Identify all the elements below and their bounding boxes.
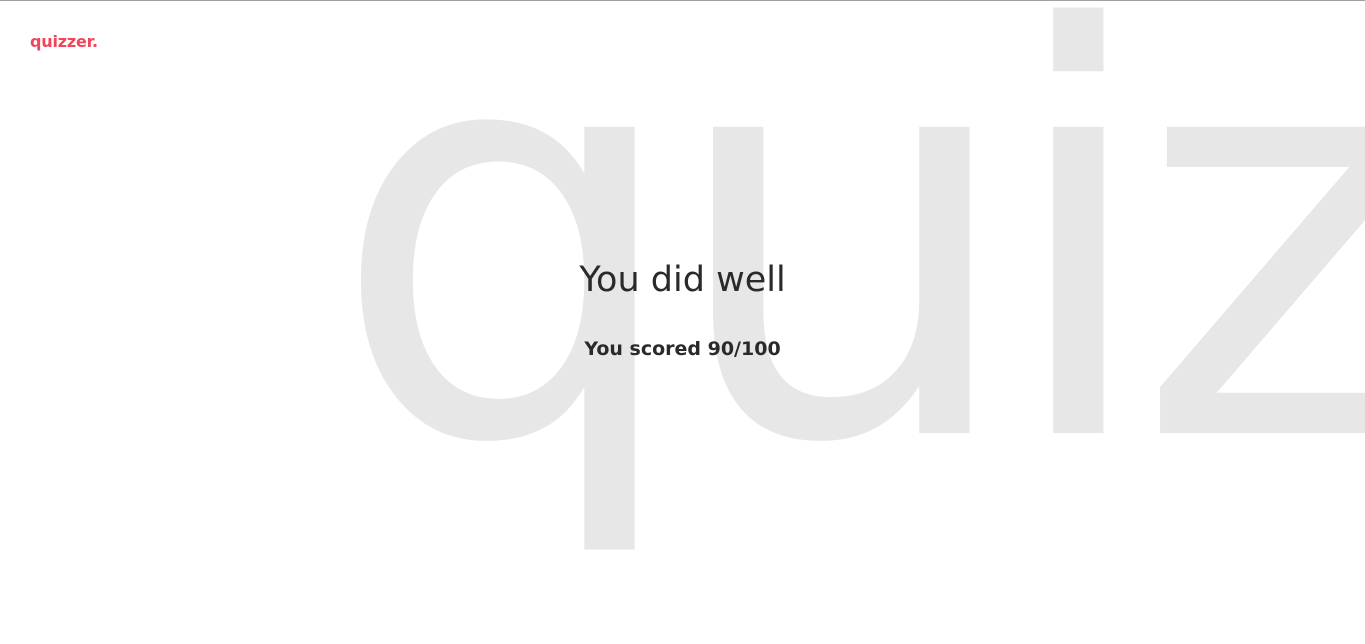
result-title: You did well (579, 260, 786, 300)
logo-link[interactable]: quizzer. (30, 32, 98, 51)
score-text: You scored 90/100 (584, 338, 781, 360)
result-panel: You did well You scored 90/100 (0, 256, 1365, 364)
top-divider (0, 0, 1365, 1)
